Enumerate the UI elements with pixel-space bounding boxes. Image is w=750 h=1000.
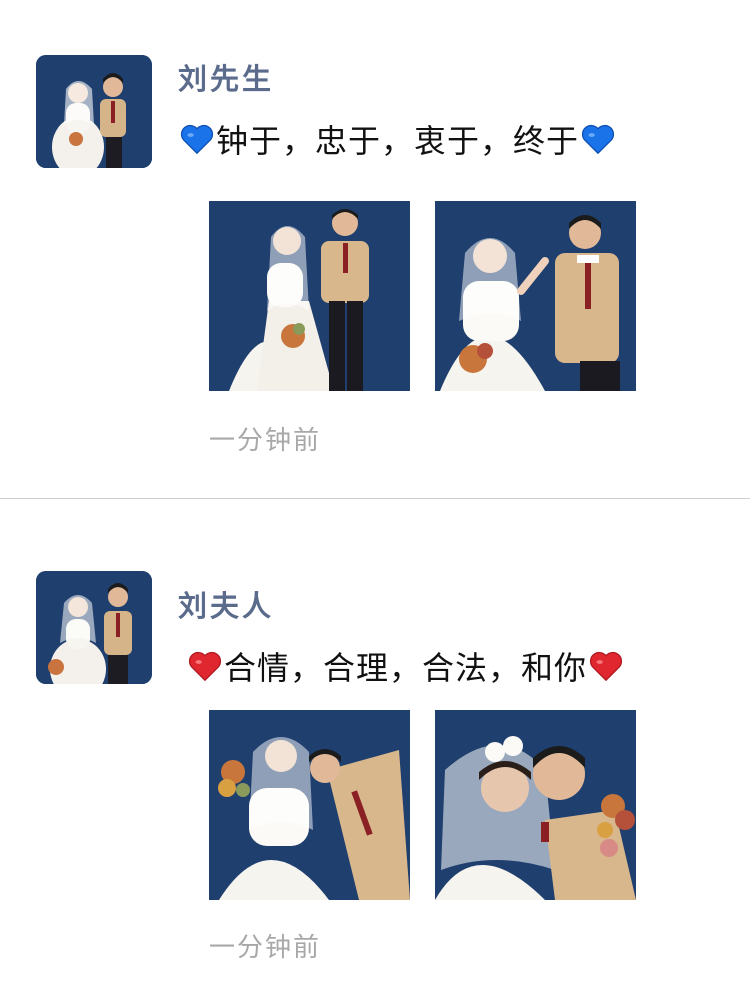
post-photo[interactable] bbox=[435, 710, 636, 900]
moment-post: 刘夫人 合情，合理，合法，和你 一分钟前 bbox=[0, 499, 750, 1000]
post-time: 一分钟前 bbox=[209, 426, 322, 456]
post-caption: 钟于，忠于，衷于，终于 bbox=[178, 116, 617, 162]
post-photo[interactable] bbox=[435, 201, 636, 391]
post-photo[interactable] bbox=[209, 201, 410, 391]
caption-text: 钟于，忠于，衷于，终于 bbox=[216, 122, 580, 160]
blue-heart-icon bbox=[579, 120, 617, 158]
blue-heart-icon bbox=[178, 120, 216, 158]
caption-text: 合情，合理，合法，和你 bbox=[224, 649, 588, 687]
moment-post: 刘先生 钟于，忠于，衷于，终于 一分钟前 bbox=[0, 0, 750, 498]
avatar[interactable] bbox=[36, 55, 152, 168]
post-caption: 合情，合理，合法，和你 bbox=[186, 643, 625, 689]
post-time: 一分钟前 bbox=[209, 933, 322, 963]
author-name[interactable]: 刘夫人 bbox=[178, 583, 274, 625]
post-photo[interactable] bbox=[209, 710, 410, 900]
red-heart-icon bbox=[587, 647, 625, 685]
author-name[interactable]: 刘先生 bbox=[178, 56, 274, 98]
red-heart-icon bbox=[186, 647, 224, 685]
avatar[interactable] bbox=[36, 571, 152, 684]
